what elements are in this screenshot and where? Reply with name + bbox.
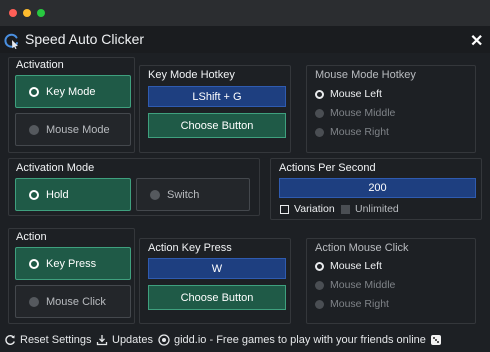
mouse-mode-right-radio: [315, 127, 324, 137]
updates-link[interactable]: Updates: [96, 334, 153, 346]
action-mouse-click-label: Action Mouse Click: [315, 242, 409, 254]
variation-checkbox[interactable]: Variation: [280, 203, 335, 215]
key-mode-hotkey-field[interactable]: LShift + G: [148, 86, 286, 107]
unlimited-check-box: [341, 204, 350, 214]
action-mouse-middle-label: Mouse Middle: [330, 279, 396, 291]
hold-button[interactable]: Hold: [15, 178, 131, 211]
mouse-mode-middle-radio: [315, 108, 324, 118]
mouse-mode-left-radio: [315, 89, 324, 99]
action-mouse-left-label: Mouse Left: [330, 260, 382, 272]
variation-check-box: [280, 204, 289, 214]
gidd-promo-link[interactable]: gidd.io - Free games to play with your f…: [158, 334, 442, 346]
unlimited-label: Unlimited: [355, 203, 399, 215]
mouse-mode-option-right[interactable]: Mouse Right: [315, 126, 389, 138]
mouse-click-label: Mouse Click: [46, 295, 106, 308]
action-label: Action: [16, 231, 47, 243]
minimize-window-dot[interactable]: [23, 9, 31, 17]
mouse-mode-label: Mouse Mode: [46, 123, 110, 136]
mouse-click-button[interactable]: Mouse Click: [15, 285, 131, 318]
download-icon: [96, 335, 108, 346]
reset-icon: [5, 335, 15, 345]
mouse-mode-option-left[interactable]: Mouse Left: [315, 88, 382, 100]
unlimited-checkbox[interactable]: Unlimited: [341, 203, 399, 215]
key-mode-hotkey-label: Key Mode Hotkey: [148, 69, 235, 81]
action-key-press-field[interactable]: W: [148, 258, 286, 279]
action-mouse-right-radio: [315, 299, 324, 309]
key-mode-label: Key Mode: [46, 85, 96, 98]
cursor-click-icon: [4, 33, 18, 49]
action-mouse-middle-radio: [315, 280, 324, 290]
reset-settings-label: Reset Settings: [20, 334, 92, 346]
mouse-mode-right-label: Mouse Right: [330, 126, 389, 138]
close-window-dot[interactable]: [9, 9, 17, 17]
action-mouse-option-left[interactable]: Mouse Left: [315, 260, 382, 272]
action-key-choose-button[interactable]: Choose Button: [148, 285, 286, 310]
mouse-mode-left-label: Mouse Left: [330, 88, 382, 100]
mouse-mode-middle-label: Mouse Middle: [330, 107, 396, 119]
dice-icon: [430, 335, 441, 345]
mouse-mode-button[interactable]: Mouse Mode: [15, 113, 131, 146]
reset-settings-link[interactable]: Reset Settings: [4, 334, 92, 346]
hold-label: Hold: [46, 188, 69, 201]
key-press-label: Key Press: [46, 257, 97, 270]
action-mouse-right-label: Mouse Right: [330, 298, 389, 310]
maximize-window-dot[interactable]: [37, 9, 45, 17]
action-mouse-option-middle[interactable]: Mouse Middle: [315, 279, 395, 291]
mouse-mode-radio: [29, 124, 39, 135]
key-mode-radio: [29, 86, 39, 97]
activation-label: Activation: [16, 59, 64, 71]
variation-label: Variation: [294, 203, 335, 215]
key-mode-choose-button[interactable]: Choose Button: [148, 113, 286, 138]
action-mouse-left-radio: [315, 261, 324, 271]
app-title: Speed Auto Clicker: [25, 31, 145, 47]
switch-radio: [150, 189, 160, 200]
action-key-press-label: Action Key Press: [148, 242, 232, 254]
mouse-mode-option-middle[interactable]: Mouse Middle: [315, 107, 395, 119]
mouse-mode-hotkey-label: Mouse Mode Hotkey: [315, 69, 416, 81]
updates-label: Updates: [112, 334, 153, 346]
key-mode-button[interactable]: Key Mode: [15, 75, 131, 108]
gidd-promo-label: gidd.io - Free games to play with your f…: [174, 334, 426, 346]
activation-mode-label: Activation Mode: [16, 162, 95, 174]
mouse-click-radio: [29, 296, 39, 307]
window-titlebar: [0, 0, 490, 26]
switch-label: Switch: [167, 188, 200, 201]
close-icon[interactable]: ✕: [470, 31, 483, 51]
switch-button[interactable]: Switch: [136, 178, 250, 211]
actions-per-second-label: Actions Per Second: [279, 162, 376, 174]
gidd-logo-icon: [158, 334, 170, 346]
action-mouse-option-right[interactable]: Mouse Right: [315, 298, 389, 310]
hold-radio: [29, 189, 39, 200]
actions-per-second-field[interactable]: 200: [279, 178, 476, 198]
key-press-radio: [29, 258, 39, 269]
key-press-button[interactable]: Key Press: [15, 247, 131, 280]
